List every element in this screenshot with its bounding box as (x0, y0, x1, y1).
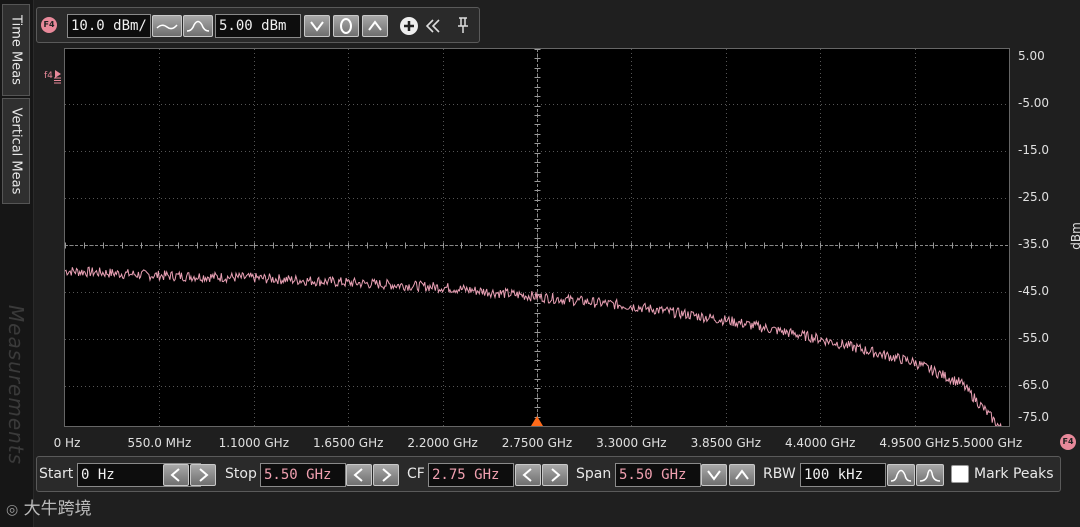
start-decrease-button[interactable] (163, 464, 189, 486)
x-tick-label: 1.6500 GHz (312, 436, 384, 450)
chevron-up-icon (735, 469, 749, 480)
span-decrease-button[interactable] (701, 464, 727, 486)
add-icon[interactable] (397, 15, 421, 43)
rbw-fine-button[interactable] (916, 464, 944, 486)
chevron-right-icon (551, 468, 561, 482)
plus-circle-icon (400, 17, 418, 35)
logo-watermark: ◎ 大牛跨境 (6, 494, 92, 519)
chevron-up-icon (368, 20, 382, 31)
side-panel: Time Meas Vertical Meas Measurements (0, 0, 34, 527)
pin-icon[interactable] (453, 15, 473, 43)
mark-peaks-checkbox[interactable] (951, 465, 969, 483)
y-tick-label: -5.00 (1018, 96, 1050, 110)
y-tick-label: -35.0 (1018, 237, 1050, 251)
x-tick-label: 2.2000 GHz (407, 436, 478, 450)
stop-increase-button[interactable] (373, 464, 399, 486)
x-tick-label: 2.7500 GHz (501, 436, 573, 450)
f4-end-badge: F4 (1060, 434, 1076, 450)
logo-text: 大牛跨境 (23, 499, 92, 519)
measurements-watermark: Measurements (4, 304, 28, 466)
y-tick-label: -75.0 (1018, 410, 1050, 424)
y-tick-label: -25.0 (1018, 190, 1050, 204)
chevron-right-icon (199, 468, 209, 482)
rbw-field[interactable]: 100 kHz (800, 463, 886, 487)
filter-shape-icon (890, 469, 912, 482)
x-tick-label: 1.1000 GHz (218, 436, 290, 450)
rbw-coarse-button[interactable] (887, 464, 915, 486)
collapse-icon[interactable] (423, 15, 443, 43)
y-tick-label: 5.00 (1018, 49, 1045, 63)
x-tick-label: 4.4000 GHz (784, 436, 856, 450)
tab-time-meas-label: Time Meas (8, 15, 24, 85)
ref-up-button[interactable] (362, 15, 388, 37)
wave-peak-icon (186, 20, 210, 32)
svg-text:f4: f4 (44, 71, 53, 81)
ref-reset-button[interactable] (333, 15, 359, 37)
scale-toolbar: F4 10.0 dBm/ 5.00 dBm (36, 7, 480, 43)
span-increase-button[interactable] (729, 464, 755, 486)
f4-badge: F4 (41, 17, 57, 33)
x-tick-label: 550.0 MHz (127, 436, 192, 450)
x-tick-label: 3.3000 GHz (596, 436, 667, 450)
chevron-left-icon (170, 468, 180, 482)
scale-coarse-button[interactable] (152, 15, 182, 37)
span-field[interactable]: 5.50 GHz (615, 463, 701, 487)
vertical-scale-field[interactable]: 10.0 dBm/ (67, 14, 151, 38)
y-axis-unit: dBm (1068, 222, 1080, 250)
filter-narrow-icon (919, 469, 941, 482)
cf-decrease-button[interactable] (515, 464, 541, 486)
wave-flat-icon (156, 24, 178, 30)
tab-vertical-meas-label: Vertical Meas (8, 107, 24, 195)
stop-label: Stop (225, 466, 257, 482)
x-tick-label: 5.5000 GHz (951, 436, 1023, 450)
span-label: Span (576, 466, 612, 482)
spectrum-svg (65, 49, 1009, 426)
scale-fine-button[interactable] (183, 15, 213, 37)
chevron-left-icon (522, 468, 532, 482)
y-tick-label: -55.0 (1018, 331, 1050, 345)
chevron-down-icon (310, 21, 324, 32)
y-tick-label: -45.0 (1018, 284, 1050, 298)
double-chevron-left-icon (425, 19, 440, 33)
stop-decrease-button[interactable] (346, 464, 372, 486)
chevron-down-icon (707, 470, 721, 481)
trace-flag-icon: f4 (44, 70, 61, 84)
start-label: Start (39, 466, 74, 482)
rbw-label: RBW (763, 466, 796, 482)
tab-time-meas[interactable]: Time Meas (2, 4, 30, 96)
tab-vertical-meas[interactable]: Vertical Meas (2, 98, 30, 204)
x-tick-label: 4.9500 GHz (879, 436, 950, 450)
cf-increase-button[interactable] (542, 464, 568, 486)
chevron-right-icon (382, 468, 392, 482)
y-tick-label: -65.0 (1018, 378, 1050, 392)
chevron-left-icon (353, 468, 363, 482)
pushpin-icon (458, 17, 468, 33)
circle-icon (340, 18, 352, 34)
frequency-controls: Start 0 Hz Stop 5.50 GHz CF 2.75 GHz Spa… (36, 456, 1061, 492)
x-tick-label: 0 Hz (53, 436, 81, 450)
cf-label: CF (407, 466, 425, 482)
ref-down-button[interactable] (304, 15, 330, 37)
center-frequency-field[interactable]: 2.75 GHz (428, 463, 514, 487)
trace-marker-icon: f4 (44, 66, 64, 89)
y-tick-label: -15.0 (1018, 143, 1050, 157)
spectrum-plot[interactable] (64, 48, 1010, 427)
mark-peaks-label: Mark Peaks (974, 466, 1054, 482)
center-frequency-marker (531, 416, 543, 426)
reference-level-field[interactable]: 5.00 dBm (215, 14, 301, 38)
stop-frequency-field[interactable]: 5.50 GHz (260, 463, 346, 487)
start-increase-button[interactable] (190, 464, 216, 486)
logo-icon: ◎ (6, 502, 19, 518)
x-tick-label: 3.8500 GHz (690, 436, 762, 450)
